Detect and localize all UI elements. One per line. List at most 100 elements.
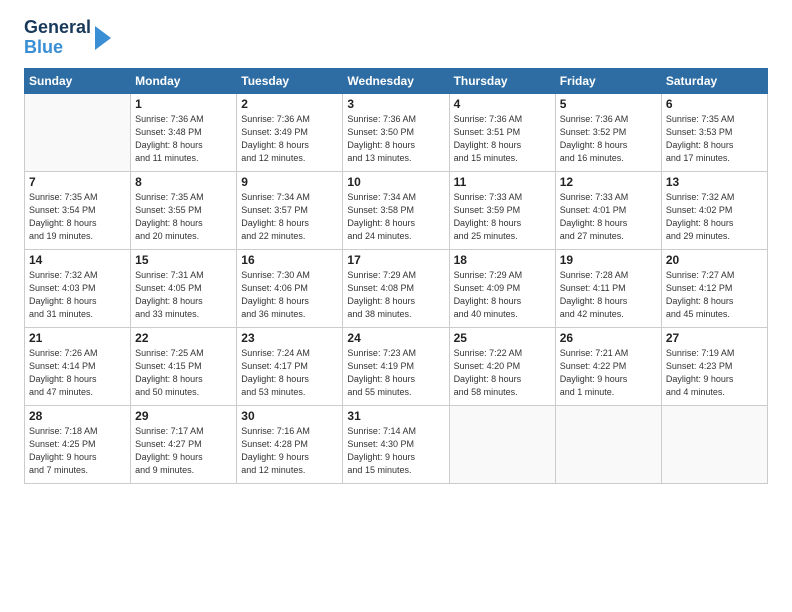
day-number: 15 bbox=[135, 253, 232, 267]
day-number: 13 bbox=[666, 175, 763, 189]
calendar-cell: 11 Sunrise: 7:33 AM Sunset: 3:59 PM Dayli… bbox=[449, 171, 555, 249]
day-info: Sunrise: 7:23 AM Sunset: 4:19 PM Dayligh… bbox=[347, 347, 444, 399]
day-info: Sunrise: 7:19 AM Sunset: 4:23 PM Dayligh… bbox=[666, 347, 763, 399]
weekday-header-wednesday: Wednesday bbox=[343, 68, 449, 93]
day-info: Sunrise: 7:31 AM Sunset: 4:05 PM Dayligh… bbox=[135, 269, 232, 321]
logo: General Blue bbox=[24, 18, 113, 58]
day-info: Sunrise: 7:26 AM Sunset: 4:14 PM Dayligh… bbox=[29, 347, 126, 399]
week-row-5: 28 Sunrise: 7:18 AM Sunset: 4:25 PM Dayli… bbox=[25, 405, 768, 483]
day-number: 14 bbox=[29, 253, 126, 267]
day-number: 27 bbox=[666, 331, 763, 345]
day-number: 6 bbox=[666, 97, 763, 111]
day-info: Sunrise: 7:34 AM Sunset: 3:58 PM Dayligh… bbox=[347, 191, 444, 243]
calendar-cell bbox=[449, 405, 555, 483]
day-info: Sunrise: 7:33 AM Sunset: 4:01 PM Dayligh… bbox=[560, 191, 657, 243]
day-info: Sunrise: 7:29 AM Sunset: 4:09 PM Dayligh… bbox=[454, 269, 551, 321]
calendar-cell: 18 Sunrise: 7:29 AM Sunset: 4:09 PM Dayli… bbox=[449, 249, 555, 327]
week-row-4: 21Sunrise: 7:26 AM Sunset: 4:14 PM Dayli… bbox=[25, 327, 768, 405]
day-info: Sunrise: 7:30 AM Sunset: 4:06 PM Dayligh… bbox=[241, 269, 338, 321]
calendar-cell: 31Sunrise: 7:14 AM Sunset: 4:30 PM Dayli… bbox=[343, 405, 449, 483]
day-info: Sunrise: 7:25 AM Sunset: 4:15 PM Dayligh… bbox=[135, 347, 232, 399]
week-row-3: 14 Sunrise: 7:32 AM Sunset: 4:03 PM Dayli… bbox=[25, 249, 768, 327]
day-info: Sunrise: 7:16 AM Sunset: 4:28 PM Dayligh… bbox=[241, 425, 338, 477]
day-info: Sunrise: 7:36 AM Sunset: 3:52 PM Dayligh… bbox=[560, 113, 657, 165]
weekday-header-row: SundayMondayTuesdayWednesdayThursdayFrid… bbox=[25, 68, 768, 93]
calendar-cell: 12 Sunrise: 7:33 AM Sunset: 4:01 PM Dayli… bbox=[555, 171, 661, 249]
calendar-cell: 2 Sunrise: 7:36 AM Sunset: 3:49 PM Daylig… bbox=[237, 93, 343, 171]
day-number: 2 bbox=[241, 97, 338, 111]
day-number: 16 bbox=[241, 253, 338, 267]
calendar-cell bbox=[25, 93, 131, 171]
weekday-header-sunday: Sunday bbox=[25, 68, 131, 93]
weekday-header-thursday: Thursday bbox=[449, 68, 555, 93]
calendar-cell: 21Sunrise: 7:26 AM Sunset: 4:14 PM Dayli… bbox=[25, 327, 131, 405]
calendar-table: SundayMondayTuesdayWednesdayThursdayFrid… bbox=[24, 68, 768, 484]
day-number: 8 bbox=[135, 175, 232, 189]
calendar-cell: 17Sunrise: 7:29 AM Sunset: 4:08 PM Dayli… bbox=[343, 249, 449, 327]
day-number: 24 bbox=[347, 331, 444, 345]
day-info: Sunrise: 7:22 AM Sunset: 4:20 PM Dayligh… bbox=[454, 347, 551, 399]
calendar-cell: 29Sunrise: 7:17 AM Sunset: 4:27 PM Dayli… bbox=[131, 405, 237, 483]
logo-triangle-icon bbox=[93, 22, 113, 54]
day-number: 22 bbox=[135, 331, 232, 345]
calendar-cell: 22 Sunrise: 7:25 AM Sunset: 4:15 PM Dayli… bbox=[131, 327, 237, 405]
calendar-cell: 27 Sunrise: 7:19 AM Sunset: 4:23 PM Dayli… bbox=[661, 327, 767, 405]
day-info: Sunrise: 7:21 AM Sunset: 4:22 PM Dayligh… bbox=[560, 347, 657, 399]
day-info: Sunrise: 7:36 AM Sunset: 3:51 PM Dayligh… bbox=[454, 113, 551, 165]
day-number: 4 bbox=[454, 97, 551, 111]
calendar-cell: 24 Sunrise: 7:23 AM Sunset: 4:19 PM Dayli… bbox=[343, 327, 449, 405]
day-number: 5 bbox=[560, 97, 657, 111]
page: General Blue SundayMondayTuesdayWednesda… bbox=[0, 0, 792, 612]
calendar-cell: 6 Sunrise: 7:35 AM Sunset: 3:53 PM Daylig… bbox=[661, 93, 767, 171]
day-number: 11 bbox=[454, 175, 551, 189]
calendar-cell: 23 Sunrise: 7:24 AM Sunset: 4:17 PM Dayli… bbox=[237, 327, 343, 405]
day-number: 12 bbox=[560, 175, 657, 189]
day-number: 19 bbox=[560, 253, 657, 267]
calendar-cell: 20 Sunrise: 7:27 AM Sunset: 4:12 PM Dayli… bbox=[661, 249, 767, 327]
calendar-cell: 15 Sunrise: 7:31 AM Sunset: 4:05 PM Dayli… bbox=[131, 249, 237, 327]
weekday-header-saturday: Saturday bbox=[661, 68, 767, 93]
weekday-header-tuesday: Tuesday bbox=[237, 68, 343, 93]
day-info: Sunrise: 7:28 AM Sunset: 4:11 PM Dayligh… bbox=[560, 269, 657, 321]
day-number: 9 bbox=[241, 175, 338, 189]
day-info: Sunrise: 7:32 AM Sunset: 4:02 PM Dayligh… bbox=[666, 191, 763, 243]
calendar-cell bbox=[661, 405, 767, 483]
week-row-1: 1Sunrise: 7:36 AM Sunset: 3:48 PM Daylig… bbox=[25, 93, 768, 171]
day-number: 26 bbox=[560, 331, 657, 345]
day-info: Sunrise: 7:33 AM Sunset: 3:59 PM Dayligh… bbox=[454, 191, 551, 243]
calendar-cell: 1Sunrise: 7:36 AM Sunset: 3:48 PM Daylig… bbox=[131, 93, 237, 171]
day-number: 3 bbox=[347, 97, 444, 111]
day-info: Sunrise: 7:14 AM Sunset: 4:30 PM Dayligh… bbox=[347, 425, 444, 477]
day-info: Sunrise: 7:36 AM Sunset: 3:50 PM Dayligh… bbox=[347, 113, 444, 165]
calendar-cell: 25Sunrise: 7:22 AM Sunset: 4:20 PM Dayli… bbox=[449, 327, 555, 405]
calendar-cell: 13 Sunrise: 7:32 AM Sunset: 4:02 PM Dayli… bbox=[661, 171, 767, 249]
day-number: 7 bbox=[29, 175, 126, 189]
calendar-cell: 4 Sunrise: 7:36 AM Sunset: 3:51 PM Daylig… bbox=[449, 93, 555, 171]
day-info: Sunrise: 7:32 AM Sunset: 4:03 PM Dayligh… bbox=[29, 269, 126, 321]
day-info: Sunrise: 7:35 AM Sunset: 3:54 PM Dayligh… bbox=[29, 191, 126, 243]
calendar-cell: 28 Sunrise: 7:18 AM Sunset: 4:25 PM Dayli… bbox=[25, 405, 131, 483]
calendar-cell bbox=[555, 405, 661, 483]
day-number: 29 bbox=[135, 409, 232, 423]
day-info: Sunrise: 7:35 AM Sunset: 3:53 PM Dayligh… bbox=[666, 113, 763, 165]
calendar-cell: 26 Sunrise: 7:21 AM Sunset: 4:22 PM Dayli… bbox=[555, 327, 661, 405]
day-number: 28 bbox=[29, 409, 126, 423]
day-number: 18 bbox=[454, 253, 551, 267]
day-info: Sunrise: 7:24 AM Sunset: 4:17 PM Dayligh… bbox=[241, 347, 338, 399]
header: General Blue bbox=[24, 18, 768, 58]
day-info: Sunrise: 7:29 AM Sunset: 4:08 PM Dayligh… bbox=[347, 269, 444, 321]
calendar-cell: 19 Sunrise: 7:28 AM Sunset: 4:11 PM Dayli… bbox=[555, 249, 661, 327]
day-info: Sunrise: 7:27 AM Sunset: 4:12 PM Dayligh… bbox=[666, 269, 763, 321]
calendar-cell: 7 Sunrise: 7:35 AM Sunset: 3:54 PM Daylig… bbox=[25, 171, 131, 249]
calendar-cell: 9Sunrise: 7:34 AM Sunset: 3:57 PM Daylig… bbox=[237, 171, 343, 249]
day-info: Sunrise: 7:36 AM Sunset: 3:49 PM Dayligh… bbox=[241, 113, 338, 165]
calendar-cell: 14 Sunrise: 7:32 AM Sunset: 4:03 PM Dayli… bbox=[25, 249, 131, 327]
week-row-2: 7 Sunrise: 7:35 AM Sunset: 3:54 PM Daylig… bbox=[25, 171, 768, 249]
day-number: 20 bbox=[666, 253, 763, 267]
day-number: 23 bbox=[241, 331, 338, 345]
day-info: Sunrise: 7:18 AM Sunset: 4:25 PM Dayligh… bbox=[29, 425, 126, 477]
calendar-cell: 5 Sunrise: 7:36 AM Sunset: 3:52 PM Daylig… bbox=[555, 93, 661, 171]
calendar-cell: 8Sunrise: 7:35 AM Sunset: 3:55 PM Daylig… bbox=[131, 171, 237, 249]
day-number: 30 bbox=[241, 409, 338, 423]
calendar-cell: 3 Sunrise: 7:36 AM Sunset: 3:50 PM Daylig… bbox=[343, 93, 449, 171]
